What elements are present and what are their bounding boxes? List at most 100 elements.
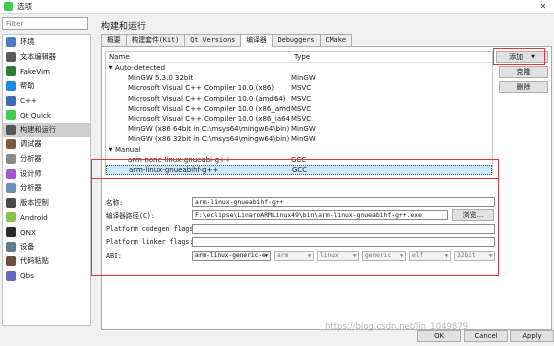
sidebar-item[interactable]: 分析器 [3, 152, 90, 167]
sidebar-item[interactable]: QNX [3, 225, 90, 240]
tab-0[interactable]: 概要 [101, 34, 127, 46]
sidebar-item[interactable]: Qbs [3, 269, 90, 284]
filter-input[interactable] [2, 17, 88, 30]
chevron-down-icon: ▼ [352, 253, 356, 259]
remove-button[interactable]: 删除 [499, 81, 548, 93]
name-label: 名称: [106, 199, 124, 207]
ok-button[interactable]: OK [417, 330, 461, 342]
abi-os-value: linux [320, 252, 339, 259]
window-title: 选项 [17, 2, 32, 11]
codegen-flags-label: Platform codegen flags: [106, 225, 198, 233]
codegen-flags-field[interactable] [192, 224, 495, 234]
sidebar-item-label: C++ [20, 96, 38, 106]
compiler-type: MSVC [291, 84, 312, 93]
compiler-name: Microsoft Visual C++ Compiler 10.0 (amd6… [128, 94, 286, 103]
compiler-row[interactable]: Microsoft Visual C++ Compiler 10.0 (x86)… [106, 83, 492, 93]
compiler-row[interactable]: MinGW (x86 64bit in C:\msys64\mingw64\bi… [106, 124, 492, 134]
cancel-button[interactable]: Cancel [464, 330, 508, 342]
qt-creator-icon [4, 2, 13, 11]
tree-header: Name Type [106, 52, 492, 63]
cancel-button-label: Cancel [474, 332, 498, 340]
abi-select[interactable]: arm-linux-generic-e ▼ [192, 251, 271, 261]
abi-format-select[interactable]: elf ▼ [409, 251, 451, 261]
compilers-panel: Name Type ▼ Auto-detected MinGW 5.3.0 32bi… [101, 46, 552, 330]
sidebar-item[interactable]: 分析器 [3, 181, 90, 196]
tree-group[interactable]: ▼ Auto-detected [106, 63, 492, 73]
code-paste-icon [6, 256, 16, 267]
build-run-icon [6, 124, 16, 135]
compiler-row[interactable]: MinGW 5.3.0 32bit MinGW [106, 73, 492, 83]
tab-4[interactable]: Debuggers [271, 34, 321, 46]
compiler-row[interactable]: arm-linux-gnueabihf-g++ GCC [106, 164, 492, 176]
compiler-row[interactable]: Microsoft Visual C++ Compiler 10.0 (amd6… [106, 94, 492, 104]
ok-button-label: OK [434, 332, 444, 340]
sidebar-item-label: 设计师 [20, 168, 42, 178]
analyzer-icon [6, 154, 16, 165]
sidebar-item-label: 构建和运行 [20, 124, 56, 134]
compiler-name: MinGW (x86 32bit in C:\msys64\mingw64\bi… [128, 135, 290, 144]
android-icon [6, 212, 16, 223]
sidebar-item[interactable]: 代码粘贴 [3, 254, 90, 269]
clone-button[interactable]: 克隆 [499, 66, 548, 78]
browse-button[interactable]: 浏览... [452, 209, 494, 221]
sidebar-item-label: Qbs [20, 271, 34, 281]
name-field[interactable]: arm-linux-gnueabihf-g++ [192, 197, 495, 207]
tab-1[interactable]: 构建套件(Kit) [125, 34, 186, 46]
add-button[interactable]: 添加 ▼ [496, 51, 548, 63]
options-sidebar: 环境文本编辑器FakeVim帮助C++Qt Quick构建和运行调试器分析器设计… [2, 17, 91, 327]
qbs-icon [6, 270, 16, 281]
version-control-icon [6, 197, 16, 208]
compiler-path-field[interactable]: F:\eclipse\LinaroARMLinux49\bin\arm-linu… [192, 210, 448, 220]
debugger-icon [6, 139, 16, 150]
compiler-row[interactable]: arm-none-linux-gnueabi-g++ GCC [106, 155, 492, 165]
sidebar-item[interactable]: C++ [3, 93, 90, 108]
sidebar-item[interactable]: 调试器 [3, 137, 90, 152]
tab-2[interactable]: Qt Versions [184, 34, 242, 46]
chevron-down-icon: ▼ [444, 253, 448, 259]
abi-format-value: elf [412, 252, 424, 259]
close-icon[interactable]: ✕ [532, 0, 554, 14]
page-title: 构建和运行 [101, 22, 147, 32]
analyzer2-icon [6, 183, 16, 194]
tab-3[interactable]: 编译器 [240, 34, 273, 47]
text-editor-icon [6, 51, 16, 62]
tree-group-label: Manual [115, 145, 141, 154]
abi-arch-value: arm [277, 252, 289, 259]
abi-width-select[interactable]: 32bit ▼ [454, 251, 495, 261]
expand-arrow-icon[interactable]: ▼ [106, 147, 115, 153]
compiler-row[interactable]: Microsoft Visual C++ Compiler 10.0 (x86_… [106, 104, 492, 114]
compiler-name: arm-linux-gnueabihf-g++ [129, 165, 219, 174]
compiler-type: MSVC [291, 94, 312, 103]
expand-arrow-icon[interactable]: ▼ [106, 65, 115, 71]
linker-flags-field[interactable] [192, 237, 495, 247]
qnx-icon [6, 227, 16, 238]
abi-flavor-select[interactable]: generic ▼ [362, 251, 406, 261]
help-icon [6, 81, 16, 92]
sidebar-item[interactable]: Android [3, 210, 90, 225]
designer-icon [6, 168, 16, 179]
sidebar-item-label: Qt Quick [20, 110, 52, 120]
compiler-tree: Name Type ▼ Auto-detected MinGW 5.3.0 32bi… [105, 51, 493, 176]
compiler-row[interactable]: Microsoft Visual C++ Compiler 10.0 (x86_… [106, 114, 492, 124]
sidebar-item[interactable]: 设计师 [3, 166, 90, 181]
sidebar-item-label: 分析器 [20, 154, 42, 164]
apply-button[interactable]: Apply [510, 330, 554, 342]
abi-label: ABI: [106, 252, 122, 260]
sidebar-item[interactable]: 环境 [3, 35, 90, 50]
sidebar-item[interactable]: 版本控制 [3, 196, 90, 211]
sidebar-item-label: 分析器 [20, 183, 42, 193]
sidebar-item[interactable]: 帮助 [3, 79, 90, 94]
sidebar-item[interactable]: FakeVim [3, 64, 90, 79]
sidebar-item[interactable]: Qt Quick [3, 108, 90, 123]
header-name: Name [109, 53, 130, 61]
sidebar-item[interactable]: 设备 [3, 239, 90, 254]
abi-arch-select[interactable]: arm ▼ [274, 251, 314, 261]
abi-os-select[interactable]: linux ▼ [317, 251, 359, 261]
sidebar-item[interactable]: 文本编辑器 [3, 50, 90, 65]
tree-group[interactable]: ▼ Manual [106, 145, 492, 155]
compiler-type: MinGW [291, 74, 316, 83]
tab-5[interactable]: CMake [319, 34, 352, 46]
compiler-row[interactable]: MinGW (x86 32bit in C:\msys64\mingw64\bi… [106, 134, 492, 144]
compiler-name: Microsoft Visual C++ Compiler 10.0 (x86_… [128, 115, 291, 124]
sidebar-item[interactable]: 构建和运行 [3, 122, 90, 138]
